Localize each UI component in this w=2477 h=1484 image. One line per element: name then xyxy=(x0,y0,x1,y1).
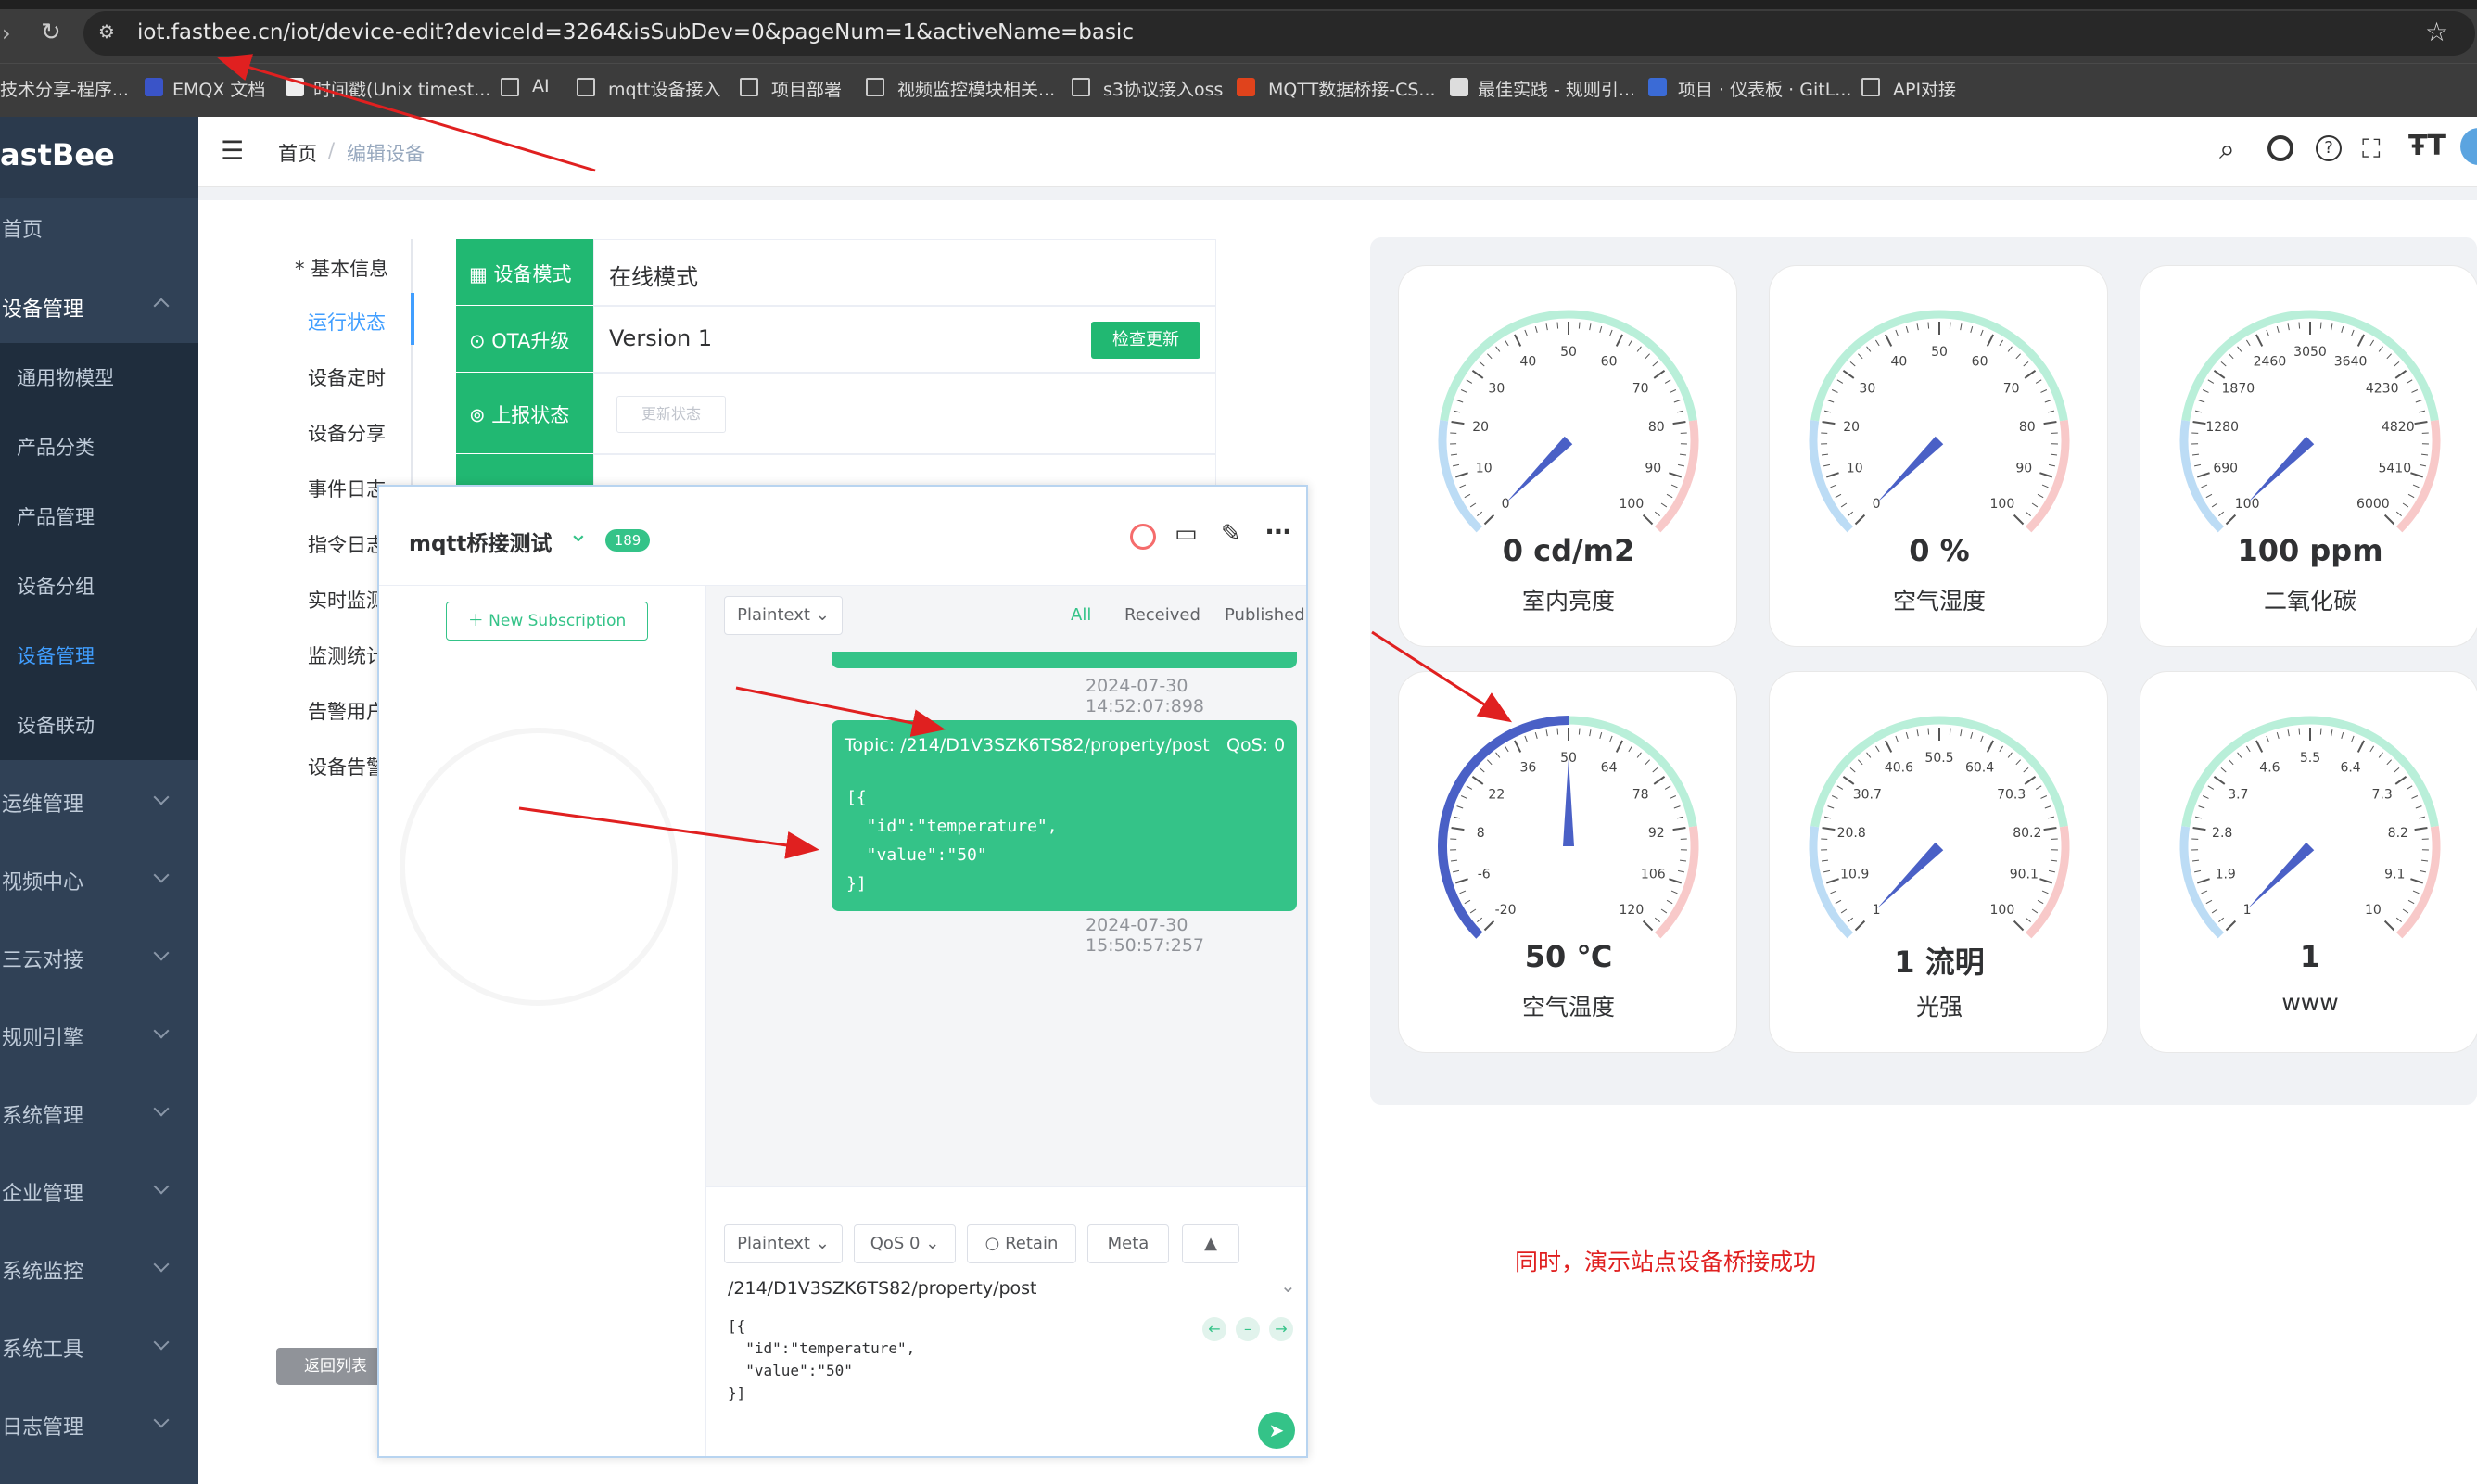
annotation-arrows xyxy=(217,54,1513,859)
arrow-to-temperature xyxy=(1371,630,1513,723)
arrow-to-topic xyxy=(735,686,946,737)
arrow-to-payload xyxy=(518,806,819,859)
arrow-to-url xyxy=(217,54,596,172)
